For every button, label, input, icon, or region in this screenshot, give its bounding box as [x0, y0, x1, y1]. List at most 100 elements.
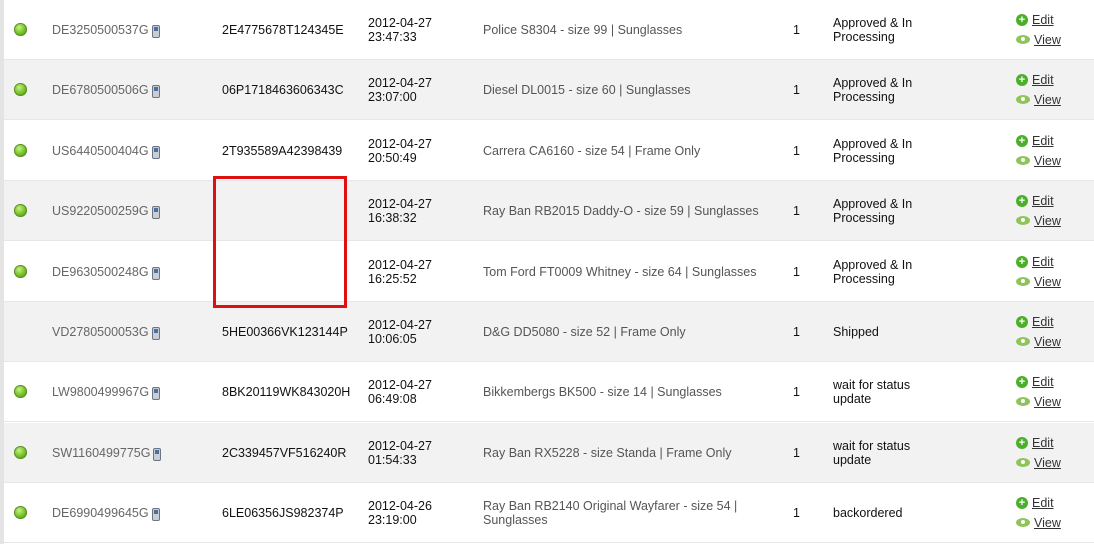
phone-icon[interactable]: [151, 85, 160, 98]
order-id-cell: US6440500404G: [52, 121, 212, 180]
view-action[interactable]: View: [1016, 213, 1061, 228]
view-link[interactable]: View: [1034, 335, 1061, 349]
quantity: 1: [793, 143, 800, 158]
tracking-cell: 2E4775678T124345E: [222, 0, 362, 59]
edit-action[interactable]: + Edit: [1016, 193, 1054, 208]
phone-icon[interactable]: [151, 327, 160, 340]
tracking-cell: 6LE06356JS982374P: [222, 483, 362, 542]
eye-icon: [1016, 35, 1030, 44]
order-state: wait for status update: [833, 438, 911, 467]
plus-icon: +: [1016, 134, 1028, 147]
phone-icon[interactable]: [151, 508, 160, 521]
state-cell: Shipped: [833, 302, 1003, 361]
edit-action[interactable]: + Edit: [1016, 435, 1054, 450]
eye-icon: [1016, 458, 1030, 467]
product-cell: Carrera CA6160 - size 54 | Frame Only: [483, 121, 783, 180]
plus-icon: +: [1016, 315, 1028, 328]
order-date: 2012-04-27: [368, 438, 432, 453]
edit-action[interactable]: + Edit: [1016, 254, 1054, 269]
table-row: US6440500404G 2T935589A42398439 2012-04-27…: [4, 121, 1094, 181]
view-action[interactable]: View: [1016, 153, 1061, 168]
view-action[interactable]: View: [1016, 92, 1061, 107]
view-link[interactable]: View: [1034, 214, 1061, 228]
view-link[interactable]: View: [1034, 33, 1061, 47]
edit-action[interactable]: + Edit: [1016, 374, 1054, 389]
order-time: 01:54:33: [368, 452, 417, 467]
tracking-number: 2T935589A42398439: [222, 143, 343, 158]
status-indicator-icon: [14, 446, 27, 459]
order-state: Approved & In Processing: [833, 75, 913, 104]
product-cell: Ray Ban RX5228 - size Standa | Frame Onl…: [483, 423, 783, 482]
phone-icon[interactable]: [151, 25, 160, 38]
status-cell: [14, 483, 38, 542]
phone-icon[interactable]: [151, 146, 160, 159]
edit-link[interactable]: Edit: [1032, 194, 1054, 208]
table-row: US9220500259G 2012-04-27 16:38:32 Ray Ban R…: [4, 181, 1094, 241]
edit-link[interactable]: Edit: [1032, 73, 1054, 87]
edit-link[interactable]: Edit: [1032, 13, 1054, 27]
edit-link[interactable]: Edit: [1032, 496, 1054, 510]
order-date: 2012-04-27: [368, 377, 432, 392]
view-action[interactable]: View: [1016, 334, 1061, 349]
edit-link[interactable]: Edit: [1032, 134, 1054, 148]
order-id: DE6990499645G: [52, 505, 149, 520]
quantity: 1: [793, 203, 800, 218]
quantity: 1: [793, 324, 800, 339]
view-link[interactable]: View: [1034, 275, 1061, 289]
view-action[interactable]: View: [1016, 274, 1061, 289]
quantity-cell: 1: [793, 362, 813, 421]
tracking-number: 5HE00366VK123144P: [222, 324, 348, 339]
edit-link[interactable]: Edit: [1032, 375, 1054, 389]
status-indicator-icon: [14, 83, 27, 96]
order-state: Approved & In Processing: [833, 196, 913, 225]
view-link[interactable]: View: [1034, 516, 1061, 530]
edit-link[interactable]: Edit: [1032, 436, 1054, 450]
view-link[interactable]: View: [1034, 395, 1061, 409]
actions-cell: + Edit View: [1016, 362, 1094, 421]
date-cell: 2012-04-27 06:49:08: [368, 362, 478, 421]
eye-icon: [1016, 216, 1030, 225]
view-link[interactable]: View: [1034, 93, 1061, 107]
edit-action[interactable]: + Edit: [1016, 314, 1054, 329]
state-cell: Approved & In Processing: [833, 121, 1003, 180]
view-action[interactable]: View: [1016, 32, 1061, 47]
order-id: SW1160499775G: [52, 445, 151, 460]
order-time: 16:38:32: [368, 210, 417, 225]
quantity: 1: [793, 505, 800, 520]
view-link[interactable]: View: [1034, 456, 1061, 470]
product-cell: Ray Ban RB2015 Daddy-O - size 59 | Sungl…: [483, 181, 783, 240]
order-id-cell: DE6990499645G: [52, 483, 212, 542]
phone-icon[interactable]: [151, 267, 160, 280]
view-link[interactable]: View: [1034, 154, 1061, 168]
edit-action[interactable]: + Edit: [1016, 72, 1054, 87]
status-cell: [14, 181, 38, 240]
phone-icon[interactable]: [151, 206, 160, 219]
view-action[interactable]: View: [1016, 455, 1061, 470]
actions-cell: + Edit View: [1016, 302, 1094, 361]
quantity-cell: 1: [793, 242, 813, 301]
edit-action[interactable]: + Edit: [1016, 133, 1054, 148]
status-indicator-icon: [14, 204, 27, 217]
order-id: LW9800499967G: [52, 384, 150, 399]
order-id-cell: US9220500259G: [52, 181, 212, 240]
edit-action[interactable]: + Edit: [1016, 12, 1054, 27]
view-action[interactable]: View: [1016, 515, 1061, 530]
order-state: wait for status update: [833, 377, 911, 406]
date-cell: 2012-04-27 16:38:32: [368, 181, 478, 240]
quantity-cell: 1: [793, 181, 813, 240]
plus-icon: +: [1016, 375, 1028, 388]
order-id: DE9630500248G: [52, 264, 149, 279]
edit-action[interactable]: + Edit: [1016, 495, 1054, 510]
tracking-number: 6LE06356JS982374P: [222, 505, 344, 520]
orders-table: DE3250500537G 2E4775678T124345E 2012-04-27…: [0, 0, 1094, 544]
edit-link[interactable]: Edit: [1032, 315, 1054, 329]
phone-icon[interactable]: [152, 387, 161, 400]
edit-link[interactable]: Edit: [1032, 255, 1054, 269]
order-time: 20:50:49: [368, 150, 417, 165]
view-action[interactable]: View: [1016, 394, 1061, 409]
eye-icon: [1016, 397, 1030, 406]
order-id-cell: DE9630500248G: [52, 242, 212, 301]
plus-icon: +: [1016, 496, 1028, 509]
phone-icon[interactable]: [153, 448, 162, 461]
plus-icon: +: [1016, 255, 1028, 268]
